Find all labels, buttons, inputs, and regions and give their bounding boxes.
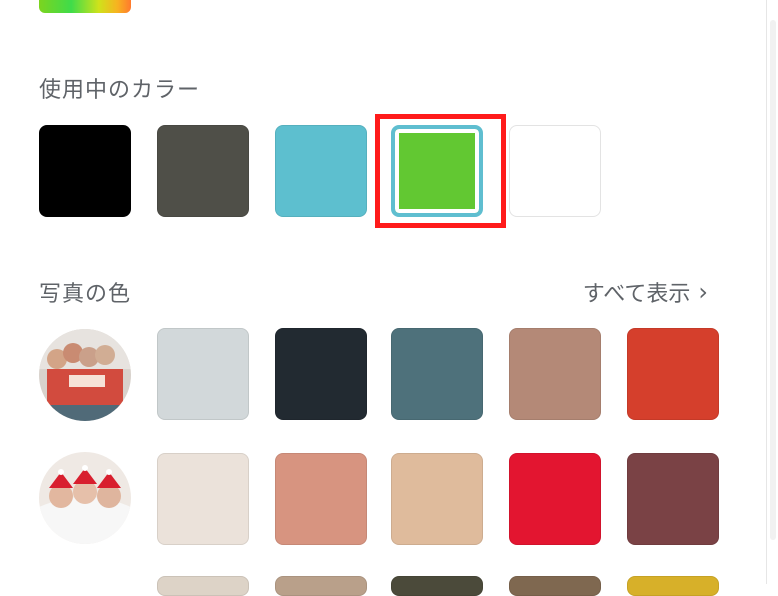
photo-color-swatch-1-2[interactable] (275, 328, 367, 420)
photo-color-swatch-3-5[interactable] (627, 576, 719, 596)
photo-color-swatch-2-2[interactable] (275, 453, 367, 545)
color-panel: 使用中のカラー 写真の色 すべて表示 › (0, 0, 766, 596)
rainbow-color-picker-swatch[interactable] (39, 0, 131, 13)
photo-color-swatch-3-1[interactable] (157, 576, 249, 596)
photo-color-swatch-3-2[interactable] (275, 576, 367, 596)
see-all-label: すべて表示 (582, 282, 691, 307)
photo-color-swatch-2-1[interactable] (157, 453, 249, 545)
chevron-right-icon: › (698, 278, 708, 306)
photo-color-swatch-1-5[interactable] (627, 328, 719, 420)
photo-thumbnail-icon (39, 452, 131, 544)
photo-color-swatch-2-3[interactable] (391, 453, 483, 545)
photo-color-swatch-3-4[interactable] (509, 576, 601, 596)
see-all-link[interactable]: すべて表示 › (583, 276, 708, 308)
photo-color-swatch-1-3[interactable] (391, 328, 483, 420)
photo-color-swatch-2-5[interactable] (627, 453, 719, 545)
color-swatch-black[interactable] (39, 125, 131, 217)
photo-thumbnail-2[interactable] (39, 452, 131, 544)
color-swatch-white[interactable] (509, 125, 601, 217)
photo-thumbnail-1[interactable] (39, 329, 131, 421)
photo-thumbnail-icon (39, 329, 131, 421)
photo-color-swatch-3-3[interactable] (391, 576, 483, 596)
color-swatch-cyan[interactable] (275, 125, 367, 217)
in-use-colors-title: 使用中のカラー (39, 78, 201, 103)
photo-colors-title: 写真の色 (39, 282, 132, 307)
color-swatch-dark-gray[interactable] (157, 125, 249, 217)
scrollbar-thumb[interactable] (770, 20, 776, 540)
photo-color-swatch-1-4[interactable] (509, 328, 601, 420)
photo-color-swatch-2-4[interactable] (509, 453, 601, 545)
color-swatch-green-selected[interactable] (391, 125, 483, 217)
photo-color-swatch-1-1[interactable] (157, 328, 249, 420)
